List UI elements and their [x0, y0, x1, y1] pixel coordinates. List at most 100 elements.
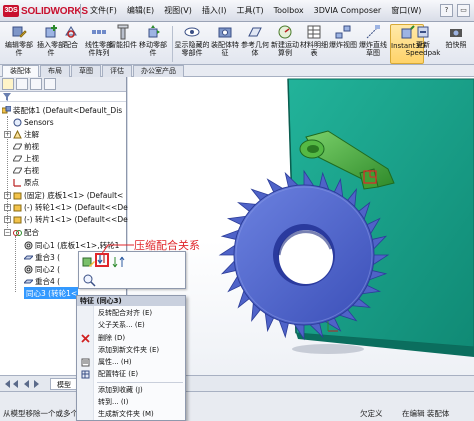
reference-geometry-button[interactable]: 参考几何体 — [240, 24, 270, 64]
suppress-icon — [97, 255, 105, 265]
app-logo[interactable]: 3DS SOLIDWORKS — [3, 3, 88, 19]
exploded-view-button[interactable]: 爆炸视图 — [328, 24, 358, 64]
update-speedpak-button[interactable]: 更新Speedpak — [405, 24, 441, 64]
edit-component-button[interactable]: 编辑零部件 — [2, 24, 36, 64]
tree-item-label: 右视 — [24, 165, 39, 175]
delete-icon — [81, 334, 90, 343]
tree-item-sensors[interactable]: Sensors — [13, 116, 54, 128]
menu-item-label: 反转配合对齐 (E) — [98, 309, 153, 317]
sensor-icon — [13, 118, 22, 126]
menu-item-add-to-favorites[interactable]: 添加到收藏 (J) — [77, 384, 185, 396]
assembly-features-icon — [218, 27, 232, 38]
tab-model[interactable]: 模型 — [50, 378, 78, 390]
explode-line-sketch-button[interactable]: 爆炸直线草图 — [358, 24, 388, 64]
tree-item-mates[interactable]: − 配合 — [4, 226, 39, 238]
menu-window[interactable]: 窗口(W) — [386, 0, 426, 22]
insert-components-icon — [45, 25, 57, 38]
menu-item-create-new-folder[interactable]: 生成新文件夹 (M) — [77, 408, 185, 420]
ribbon-divider — [172, 26, 173, 62]
tree-item-label: 重合4 ( — [35, 276, 61, 286]
status-hint: 从模型移除一个或多个 — [3, 409, 78, 418]
flip-alignment-icon[interactable] — [112, 255, 126, 269]
mate-label: 配合 — [64, 41, 78, 49]
collapse-toggle[interactable]: − — [4, 228, 11, 236]
menu-item-add-to-new-folder[interactable]: 添加到新文件夹 (E) — [77, 344, 185, 356]
tree-item-blade[interactable]: + (-) 转片1<1> (Default<<Defa — [4, 213, 135, 225]
motion-study-icon — [278, 25, 292, 39]
show-hidden-button[interactable]: 显示隐藏的零部件 — [174, 24, 210, 64]
menu-view[interactable]: 视图(V) — [159, 0, 197, 22]
feature-tree-tab-icon[interactable] — [2, 78, 14, 90]
tree-item-coincident3[interactable]: 重合3 ( — [24, 251, 60, 263]
menu-item-flip-mate-alignment[interactable]: 反转配合对齐 (E) — [77, 307, 185, 319]
tab-sketch[interactable]: 草图 — [71, 65, 101, 77]
assembly-features-label: 装配体特征 — [211, 41, 239, 57]
configure-feature-icon — [81, 370, 90, 379]
tree-item-annotations[interactable]: + 注解 — [4, 128, 39, 140]
expand-toggle[interactable]: + — [4, 130, 11, 138]
concentric-mate-icon — [24, 265, 33, 273]
playback-controls-icon[interactable] — [4, 379, 44, 389]
bom-button[interactable]: 材料明细表 — [300, 24, 328, 64]
tree-item-wheel[interactable]: + (-) 转轮1<1> (Default<<Default — [4, 201, 145, 213]
callout-leader-line — [100, 244, 134, 256]
tree-item-origin[interactable]: 原点 — [13, 176, 39, 188]
smart-fasteners-button[interactable]: 智能扣件 — [108, 24, 138, 64]
move-component-button[interactable]: 移动零部件 — [136, 24, 170, 64]
zoom-to-selection-icon[interactable] — [82, 273, 96, 287]
edit-feature-icon[interactable] — [82, 255, 96, 269]
part-icon — [13, 216, 22, 223]
open-icon[interactable]: ▭ — [457, 4, 470, 17]
menu-edit[interactable]: 编辑(E) — [122, 0, 159, 22]
menu-3dvia[interactable]: 3DVIA Composer — [309, 0, 387, 22]
menu-tools[interactable]: 工具(T) — [231, 0, 268, 22]
tab-evaluate[interactable]: 评估 — [102, 65, 132, 77]
exploded-view-icon — [335, 25, 351, 39]
mate-button[interactable]: 配合 — [60, 24, 82, 64]
tree-item-label: (-) 转轮1<1> (Default<<Default — [24, 202, 145, 212]
configuration-manager-tab-icon[interactable] — [30, 78, 42, 90]
new-motion-study-button[interactable]: 新建运动算例 — [270, 24, 300, 64]
menu-item-properties[interactable]: 属性... (H) — [77, 356, 185, 368]
menu-item-parent-child[interactable]: 父子关系... (E) — [77, 319, 185, 331]
expand-toggle[interactable]: + — [4, 203, 11, 211]
tree-item-right-plane[interactable]: 右视 — [13, 164, 39, 176]
plane-icon — [13, 143, 22, 149]
expand-toggle[interactable]: + — [4, 191, 11, 199]
tree-item-top-plane[interactable]: 上视 — [13, 152, 39, 164]
tree-item-label: 重合3 ( — [35, 252, 61, 262]
assembly-features-button[interactable]: 装配体特征 — [210, 24, 240, 64]
display-manager-tab-icon[interactable] — [44, 78, 56, 90]
tree-item-coincident4[interactable]: 重合4 ( — [24, 275, 60, 287]
tab-assembly[interactable]: 装配体 — [2, 65, 39, 77]
tree-item-base-plate[interactable]: + (固定) 底板1<1> (Default< — [4, 189, 123, 201]
menu-item-configure-feature[interactable]: 配置特征 (E) — [77, 368, 185, 380]
menu-item-go-to[interactable]: 转到... (I) — [77, 396, 185, 408]
snapshot-label: 拍快照 — [445, 41, 467, 49]
speedpak-label: 更新Speedpak — [405, 41, 441, 57]
bom-icon — [307, 25, 321, 39]
help-icon[interactable]: ? — [440, 4, 453, 17]
reference-geometry-icon — [248, 27, 262, 37]
snapshot-button[interactable]: 拍快照 — [440, 24, 472, 64]
menu-item-label: 父子关系... (E) — [98, 321, 145, 329]
tree-item-front-plane[interactable]: 前视 — [13, 140, 39, 152]
tree-item-concentric3[interactable]: 同心3 (转轮1<1>... — [24, 287, 95, 299]
tree-filter[interactable] — [0, 92, 126, 102]
tree-root-assembly[interactable]: 装配体1 (Default<Default_Dis — [2, 104, 122, 116]
menu-toolbox[interactable]: Toolbox — [269, 0, 309, 22]
edit-component-icon — [12, 26, 27, 38]
menu-item-delete[interactable]: 删除 (D) — [77, 332, 185, 344]
expand-toggle[interactable]: + — [4, 215, 11, 223]
tree-item-label: (固定) 底板1<1> (Default< — [24, 190, 124, 200]
menu-file[interactable]: 文件(F) — [85, 0, 122, 22]
menu-insert[interactable]: 插入(I) — [197, 0, 232, 22]
property-manager-tab-icon[interactable] — [16, 78, 28, 90]
menu-item-label: 转到... (I) — [98, 398, 129, 406]
context-menu-header: 特征 (同心3) — [77, 296, 185, 306]
tree-item-concentric2[interactable]: 同心2 ( — [24, 263, 60, 275]
tab-layout[interactable]: 布局 — [40, 65, 70, 77]
context-toolbar — [78, 251, 186, 289]
ground-shadow — [292, 344, 364, 354]
tab-office-products[interactable]: 办公室产品 — [133, 65, 184, 77]
